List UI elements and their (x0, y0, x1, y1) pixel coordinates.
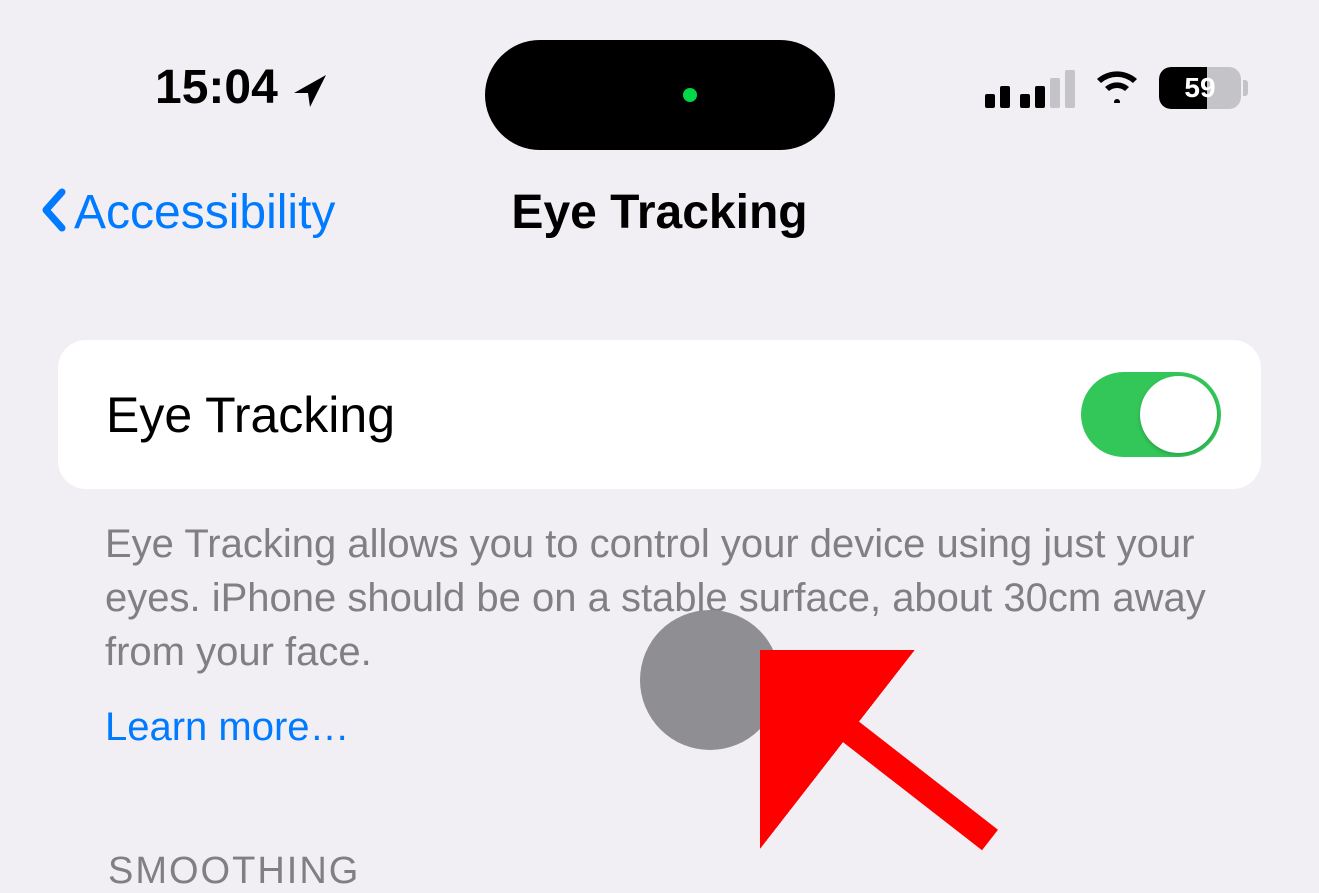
navigation-header: Accessibility Eye Tracking (0, 135, 1319, 260)
status-right: 59 (985, 67, 1249, 109)
dynamic-island (485, 40, 835, 150)
back-button[interactable]: Accessibility (40, 185, 335, 240)
back-label: Accessibility (74, 185, 335, 240)
status-left: 15:04 (155, 60, 330, 115)
location-services-icon (290, 68, 330, 108)
camera-privacy-dot-icon (683, 88, 697, 102)
eye-tracking-cell: Eye Tracking (58, 340, 1261, 489)
cellular-signal-icon (985, 68, 1075, 108)
settings-group: Eye Tracking (58, 340, 1261, 489)
toggle-knob (1140, 376, 1217, 453)
gaze-cursor-icon (640, 610, 780, 750)
chevron-left-icon (40, 188, 66, 237)
smoothing-section-header: SMOOTHING (108, 850, 1319, 893)
clock: 15:04 (155, 60, 278, 115)
battery-icon: 59 (1159, 67, 1249, 109)
annotation-arrow-icon (760, 650, 1020, 875)
page-title: Eye Tracking (511, 185, 807, 240)
status-bar: 15:04 (0, 0, 1319, 135)
battery-percent: 59 (1159, 67, 1241, 109)
eye-tracking-toggle[interactable] (1081, 372, 1221, 457)
eye-tracking-label: Eye Tracking (106, 386, 395, 444)
wifi-icon (1093, 67, 1141, 108)
